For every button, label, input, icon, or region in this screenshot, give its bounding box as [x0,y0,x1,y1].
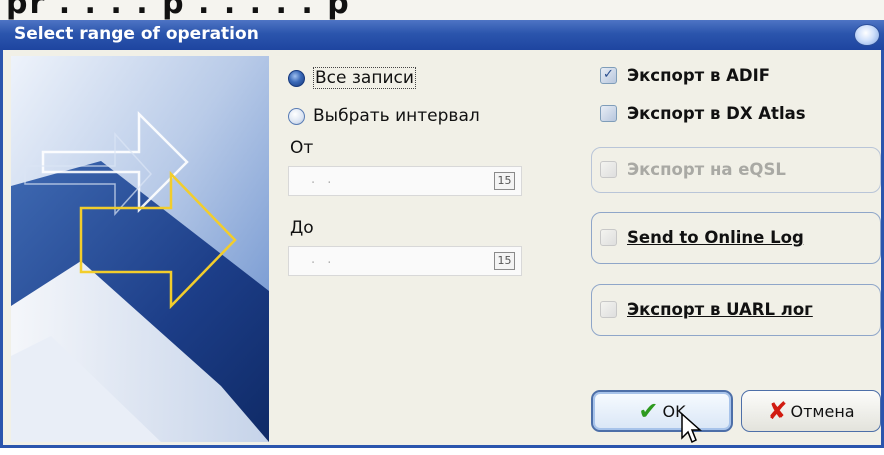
export-uarl-label: Экспорт в UARL лог [627,300,813,319]
to-date-field[interactable]: . . 15 [288,246,522,276]
export-eqsl-button: Экспорт на eQSL [591,147,881,193]
radio-choose-interval-label: Выбрать интервал [313,106,480,126]
decorative-arrow-image [11,56,269,442]
cancel-button[interactable]: ✘ Отмена [741,390,881,432]
background-window-strip: pr . . . . p . . . . . p [0,0,884,22]
export-uarl-checkbox[interactable]: Экспорт в UARL лог [600,300,813,319]
export-eqsl-checkbox: Экспорт на eQSL [600,160,786,179]
mouse-pointer-icon [681,412,702,444]
radio-all-records-label: Все записи [313,67,416,89]
ok-button[interactable]: ✔ OK [591,390,733,432]
checkbox-unchecked-icon[interactable] [600,105,617,122]
x-icon: ✘ [767,397,788,425]
send-online-log-label: Send to Online Log [627,228,804,247]
export-adif-checkbox[interactable]: ✓ Экспорт в ADIF [600,66,770,85]
from-label: От [290,138,314,158]
from-date-value: . . [311,172,336,187]
export-uarl-button[interactable]: Экспорт в UARL лог [591,284,881,336]
from-date-field[interactable]: . . 15 [288,166,522,196]
checkbox-unchecked-icon[interactable] [600,301,617,318]
radio-unselected-icon[interactable] [288,107,305,125]
to-date-value: . . [311,252,336,267]
dialog-titlebar: Select range of operation [0,20,884,51]
export-dx-atlas-checkbox[interactable]: Экспорт в DX Atlas [600,104,806,123]
calendar-icon[interactable]: 15 [494,172,515,190]
checkbox-unchecked-icon[interactable] [600,229,617,246]
send-online-log-checkbox[interactable]: Send to Online Log [600,228,804,247]
checkbox-disabled-icon [600,161,617,178]
checkbox-checked-icon[interactable]: ✓ [600,67,617,84]
dialog-body: Все записи Выбрать интервал От . . 15 До… [0,50,884,448]
dialog-title: Select range of operation [14,24,259,44]
export-dx-atlas-label: Экспорт в DX Atlas [627,104,806,123]
send-online-log-button[interactable]: Send to Online Log [591,212,881,264]
check-icon: ✔ [638,397,659,425]
titlebar-button-icon[interactable] [854,24,880,46]
export-adif-label: Экспорт в ADIF [627,66,771,85]
radio-selected-icon[interactable] [288,69,305,87]
to-label: До [290,218,314,238]
background-window-title: pr . . . . p . . . . . p [6,0,351,21]
radio-all-records[interactable]: Все записи [288,67,416,89]
calendar-icon[interactable]: 15 [494,252,515,270]
radio-choose-interval[interactable]: Выбрать интервал [288,106,480,126]
export-eqsl-label: Экспорт на eQSL [627,160,786,179]
cancel-button-label: Отмена [790,401,855,421]
